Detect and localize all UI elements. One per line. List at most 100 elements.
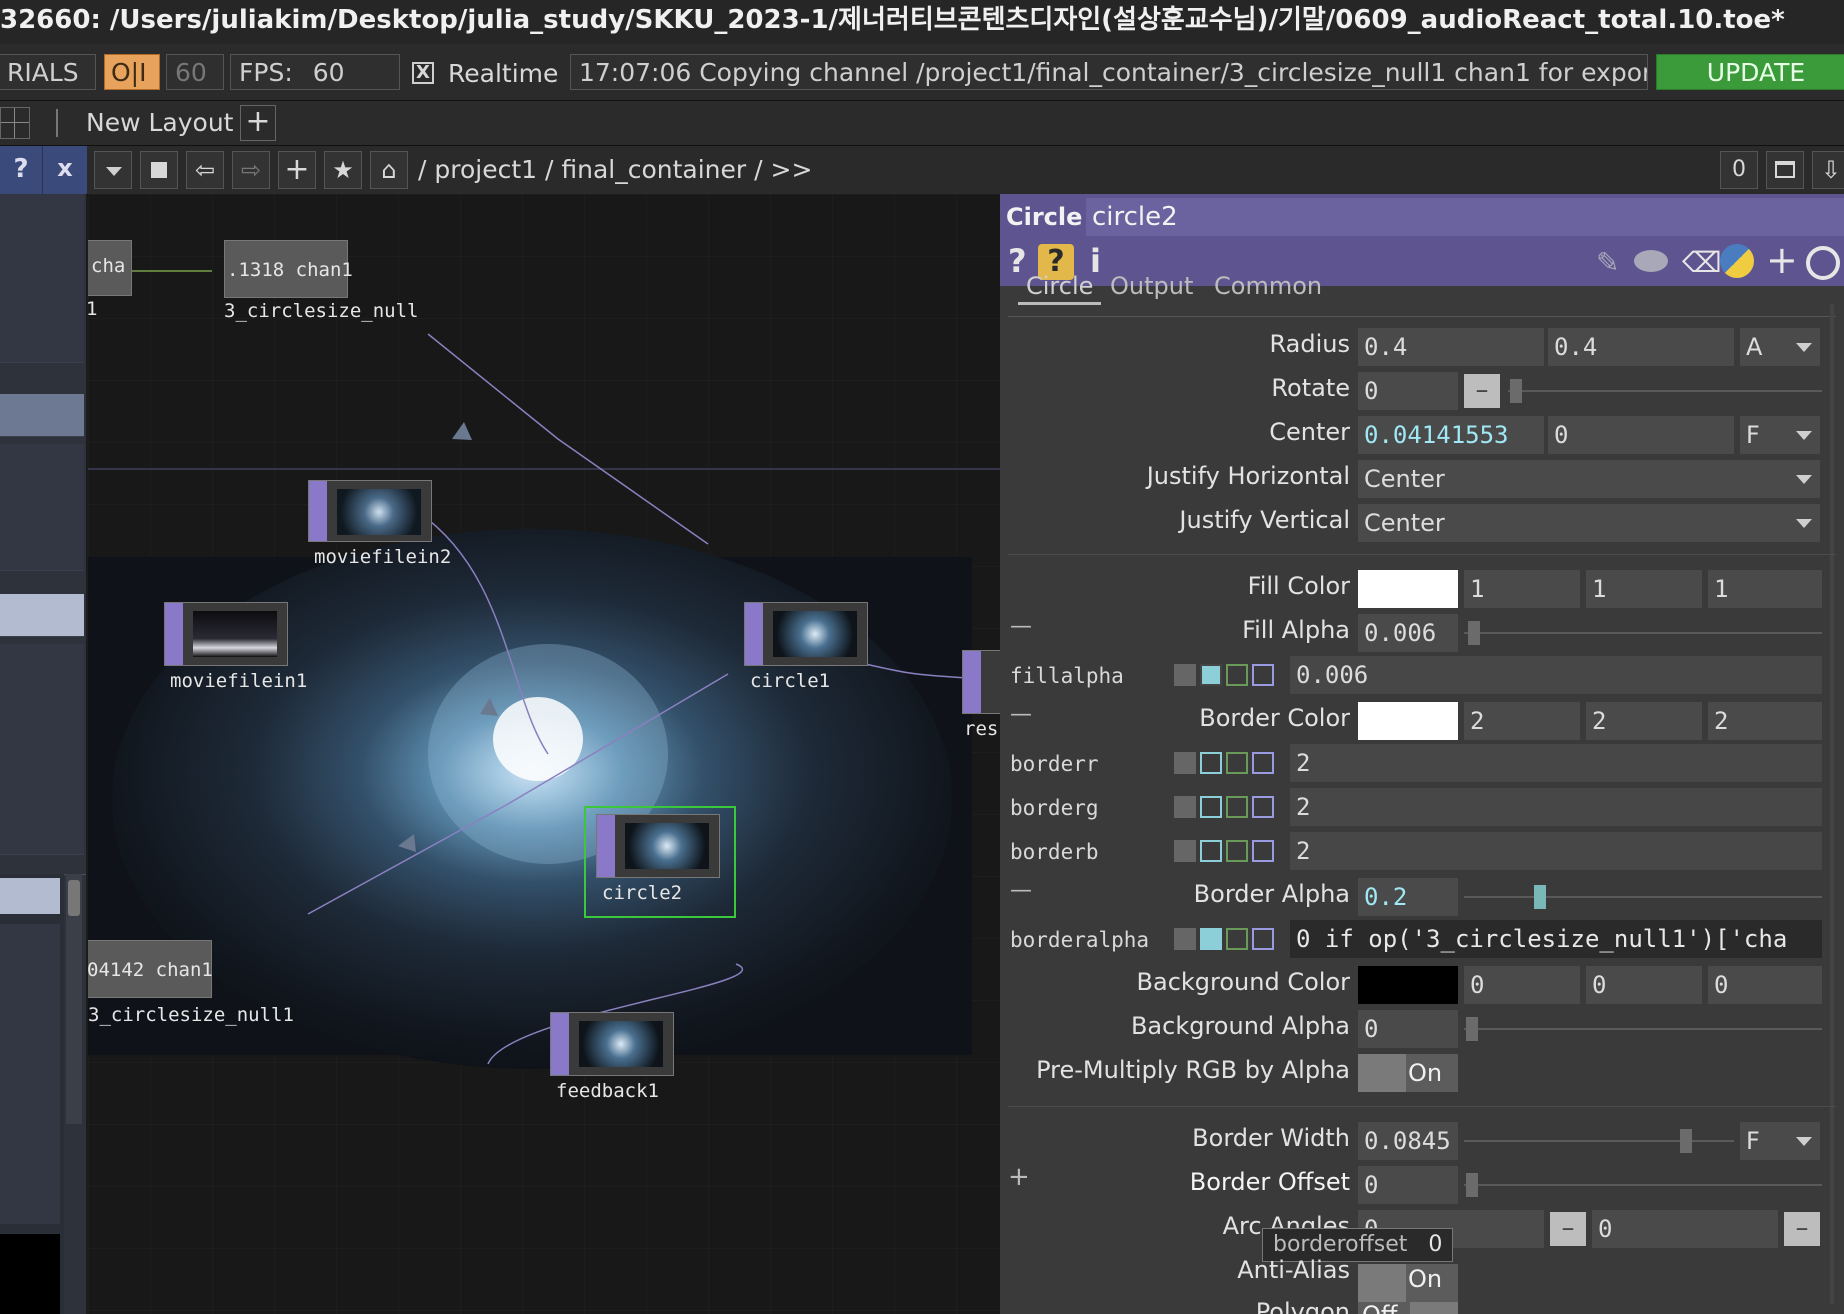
list-item-highlighted[interactable] <box>0 394 84 437</box>
background-color-g-field[interactable]: 0 <box>1586 966 1702 1004</box>
param-scrollbar[interactable] <box>1830 304 1834 1304</box>
node-name[interactable]: feedback1 <box>556 1080 659 1102</box>
list-item[interactable] <box>0 644 84 687</box>
tab-circle[interactable]: Circle <box>1018 272 1102 305</box>
borderg-field[interactable]: 2 <box>1290 788 1822 826</box>
arc-angles-end-reset[interactable]: – <box>1784 1212 1820 1246</box>
background-alpha-slider[interactable] <box>1464 1028 1822 1030</box>
border-width-mode-menu[interactable]: F <box>1740 1122 1820 1160</box>
background-color-swatch[interactable] <box>1358 966 1458 1004</box>
null-node-3-circlesize[interactable]: .1318 chan1 <box>224 240 353 298</box>
forward-button[interactable]: ⇨ <box>232 151 270 189</box>
realtime-checkbox[interactable]: X <box>412 62 434 84</box>
fill-color-b-field[interactable]: 1 <box>1708 570 1822 608</box>
top-node-res[interactable] <box>962 650 1000 714</box>
background-color-r-field[interactable]: 0 <box>1464 966 1580 1004</box>
left-scrollbar-thumb[interactable] <box>68 880 80 916</box>
oi-button[interactable]: O|I <box>104 54 160 90</box>
top-node-circle1[interactable] <box>744 602 868 666</box>
list-item[interactable] <box>0 194 84 237</box>
radius-y-field[interactable]: 0.4 <box>1548 328 1734 366</box>
border-width-slider[interactable] <box>1464 1140 1734 1142</box>
list-item[interactable] <box>0 236 84 279</box>
fill-alpha-slider[interactable] <box>1464 632 1822 634</box>
mode-expression-button[interactable] <box>1200 796 1222 818</box>
mode-bind-button[interactable] <box>1252 752 1274 774</box>
target-icon[interactable] <box>1806 246 1840 280</box>
mode-export-button[interactable] <box>1226 796 1248 818</box>
layout-name[interactable]: New Layout <box>86 105 233 141</box>
node-name[interactable]: circle2 <box>602 882 682 904</box>
list-item-selected[interactable] <box>0 594 84 637</box>
fill-color-g-field[interactable]: 1 <box>1586 570 1702 608</box>
python-icon[interactable] <box>1720 244 1754 278</box>
node-name[interactable]: circle1 <box>750 670 830 692</box>
network-editor[interactable]: cha 1 .1318 chan1 3_circlesize_null movi… <box>88 194 1000 1314</box>
fill-alpha-collapse[interactable]: — <box>1010 614 1032 639</box>
fillalpha-expr-field[interactable]: 0.006 <box>1290 656 1822 694</box>
mode-bind-button[interactable] <box>1252 928 1274 950</box>
help-button[interactable]: ? <box>0 146 42 194</box>
node-name[interactable]: moviefilein1 <box>170 670 307 692</box>
border-alpha-slider[interactable] <box>1464 896 1822 898</box>
list-item[interactable] <box>0 444 84 487</box>
rotate-reset-button[interactable]: – <box>1464 374 1500 408</box>
tab-output[interactable]: Output <box>1110 272 1193 300</box>
borderalpha-expr-field[interactable]: 0 if op('3_circlesize_null1')['cha <box>1290 920 1822 958</box>
materials-tab[interactable]: RIALS <box>0 54 96 90</box>
comment-icon[interactable] <box>1634 250 1668 272</box>
premultiply-toggle[interactable]: On <box>1358 1054 1458 1092</box>
mode-export-button[interactable] <box>1226 664 1248 686</box>
layout-grid-icon[interactable] <box>0 107 30 139</box>
fill-color-swatch[interactable] <box>1358 570 1458 608</box>
borderb-field[interactable]: 2 <box>1290 832 1822 870</box>
center-x-field[interactable]: 0.04141553 <box>1358 416 1544 454</box>
left-scrollbar[interactable] <box>66 874 82 1124</box>
fill-alpha-slider-knob[interactable] <box>1468 621 1480 645</box>
mode-constant-button[interactable] <box>1174 796 1196 818</box>
close-pane-button[interactable]: x <box>42 146 87 194</box>
rotate-slider[interactable] <box>1508 390 1822 392</box>
mode-export-button[interactable] <box>1226 840 1248 862</box>
radius-mode-menu[interactable]: A <box>1740 328 1820 366</box>
border-offset-expand[interactable]: + <box>1008 1162 1030 1192</box>
plus-icon[interactable]: + <box>1766 238 1798 282</box>
fill-alpha-field[interactable]: 0.006 <box>1358 614 1458 652</box>
list-item-selected[interactable] <box>0 878 60 914</box>
border-color-g-field[interactable]: 2 <box>1586 702 1702 740</box>
mode-expression-button[interactable] <box>1200 664 1222 686</box>
chop-node-cha[interactable]: cha <box>88 240 132 296</box>
list-item[interactable] <box>0 812 84 855</box>
borderr-mode-buttons[interactable] <box>1174 752 1274 778</box>
mode-bind-button[interactable] <box>1252 664 1274 686</box>
node-name[interactable]: 3_circlesize_null <box>224 300 418 322</box>
mode-constant-button[interactable] <box>1174 840 1196 862</box>
background-alpha-field[interactable]: 0 <box>1358 1010 1458 1048</box>
borderg-mode-buttons[interactable] <box>1174 796 1274 822</box>
rotate-field[interactable]: 0 <box>1358 372 1458 410</box>
mode-expression-button[interactable] <box>1200 928 1222 950</box>
list-item[interactable] <box>0 770 84 813</box>
stop-button[interactable] <box>140 151 178 189</box>
border-color-b-field[interactable]: 2 <box>1708 702 1822 740</box>
fillalpha-mode-buttons[interactable] <box>1174 664 1274 690</box>
mode-constant-button[interactable] <box>1174 752 1196 774</box>
justify-vertical-menu[interactable]: Center <box>1358 504 1820 542</box>
background-color-b-field[interactable]: 0 <box>1708 966 1822 1004</box>
network-path[interactable]: / project1 / final_container / >> <box>418 152 812 188</box>
arc-angles-start-reset[interactable]: – <box>1550 1212 1586 1246</box>
list-item[interactable] <box>0 686 84 729</box>
border-color-r-field[interactable]: 2 <box>1464 702 1580 740</box>
back-button[interactable]: ⇦ <box>186 151 224 189</box>
center-y-field[interactable]: 0 <box>1548 416 1734 454</box>
add-layout-button[interactable]: + <box>240 105 276 141</box>
mode-export-button[interactable] <box>1226 928 1248 950</box>
mode-expression-button[interactable] <box>1200 840 1222 862</box>
arc-angles-end-field[interactable]: 0 <box>1592 1210 1778 1248</box>
home-button[interactable]: ⌂ <box>370 151 408 189</box>
borderb-mode-buttons[interactable] <box>1174 840 1274 866</box>
top-node-moviefilein2[interactable] <box>308 480 432 542</box>
mode-constant-button[interactable] <box>1174 928 1196 950</box>
list-item[interactable] <box>0 528 84 571</box>
tab-common[interactable]: Common <box>1214 272 1322 300</box>
